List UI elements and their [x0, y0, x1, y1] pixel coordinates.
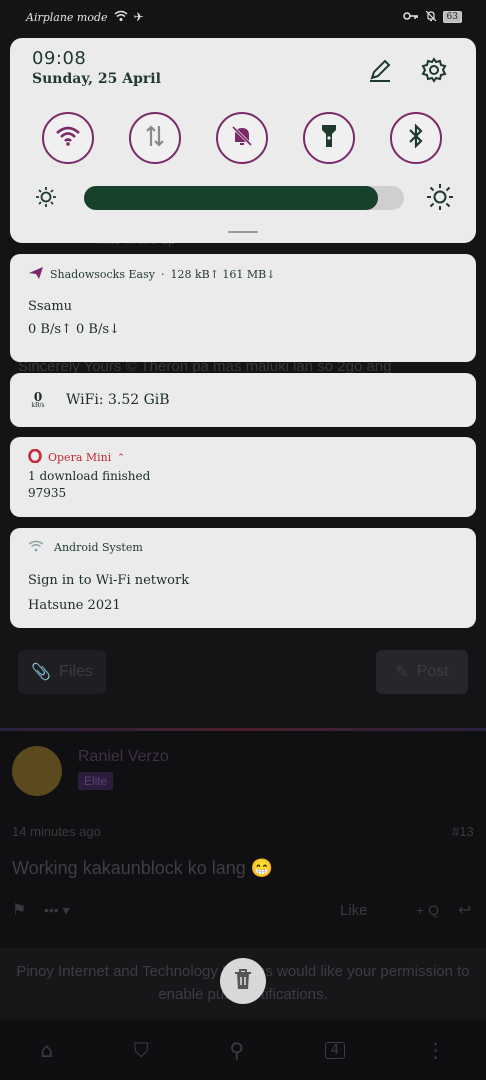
brightness-slider[interactable] — [84, 186, 404, 210]
bell-off-icon — [230, 124, 254, 152]
quick-tiles — [42, 112, 442, 166]
notification-title: Sign in to Wi-Fi network — [28, 573, 190, 588]
notification-text: 97935 — [28, 486, 67, 500]
battery-icon: 63 — [442, 11, 462, 23]
notification-wifi-usage[interactable]: 0 kB/s WiFi: 3.52 GiB — [10, 373, 476, 427]
notification-title: Ssamu — [28, 299, 73, 314]
post-button[interactable]: ✎ Post — [376, 650, 468, 694]
quick-settings-panel: 09:08 Sunday, 25 April — [10, 38, 476, 243]
paperclip-icon: 📎 — [31, 664, 52, 681]
mute-tile[interactable] — [216, 112, 268, 164]
mobile-data-tile[interactable] — [129, 112, 181, 164]
bell-off-status-icon — [425, 10, 437, 25]
tabs-count[interactable]: 4 — [324, 1041, 345, 1059]
gear-icon[interactable] — [420, 56, 448, 84]
avatar[interactable] — [12, 746, 62, 796]
post-edit-icon: ✎ — [395, 664, 409, 681]
bottom-navigation: ⌂ ⛉ ⚲ 4 ⋮ — [0, 1020, 486, 1080]
notification-text: 0 B/s↑ 0 B/s↓ — [28, 322, 120, 337]
post-text: Working kakaunblock ko lang 😁 — [12, 858, 274, 878]
bluetooth-icon — [407, 123, 425, 153]
wifi-question-icon — [28, 540, 44, 555]
speed-indicator-icon: 0 kB/s — [28, 391, 48, 409]
paper-plane-icon — [28, 266, 44, 283]
wifi-status-icon — [114, 10, 128, 25]
notification-text: Hatsune 2021 — [28, 598, 121, 613]
flag-icon[interactable]: ⚑ — [12, 900, 26, 920]
notification-meta: 128 kB↑ 161 MB↓ — [170, 268, 276, 281]
overflow-menu-icon[interactable]: ⋮ — [426, 1038, 446, 1062]
bluetooth-tile[interactable] — [390, 112, 442, 164]
brightness-slider-fill — [84, 186, 379, 210]
post-time: 14 minutes ago — [12, 824, 101, 839]
key-icon — [402, 11, 419, 24]
wifi-icon — [55, 125, 81, 151]
data-arrows-icon — [145, 124, 165, 152]
trash-icon — [232, 967, 254, 995]
brightness-low-icon — [34, 185, 58, 209]
reply-icon[interactable]: ↩ — [458, 900, 471, 920]
like-button[interactable]: Like — [340, 902, 368, 919]
post-button-label: Post — [416, 663, 449, 680]
notification-header: Shadowsocks Easy · 128 kB↑ 161 MB↓ — [28, 266, 458, 283]
more-menu-icon[interactable]: ••• ▾ — [44, 902, 70, 919]
bookmark-icon[interactable]: ⛉ — [134, 1038, 149, 1062]
notification-shadowsocks[interactable]: Shadowsocks Easy · 128 kB↑ 161 MB↓ Ssamu… — [10, 254, 476, 362]
files-button-label: Files — [59, 663, 93, 680]
quote-button[interactable]: + Q — [416, 902, 439, 918]
home-icon[interactable]: ⌂ — [40, 1038, 53, 1062]
flashlight-icon — [320, 123, 338, 153]
notification-header: Opera Mini ⌃ — [28, 448, 458, 466]
chevron-up-icon[interactable]: ⌃ — [117, 453, 125, 463]
notification-app-name: Android System — [54, 541, 143, 554]
airplane-mode-label: Airplane mode — [26, 10, 108, 24]
panel-drag-handle[interactable] — [228, 231, 258, 233]
notification-app-name: Opera Mini — [48, 451, 112, 464]
post-divider — [0, 728, 486, 731]
clear-all-button[interactable] — [220, 958, 266, 1004]
brightness-control — [34, 183, 454, 213]
notification-app-name: Shadowsocks Easy — [50, 268, 155, 281]
wifi-tile[interactable] — [42, 112, 94, 164]
separator-dot: · — [160, 268, 165, 281]
opera-icon — [28, 448, 42, 466]
airplane-icon: ✈ — [133, 10, 144, 24]
brightness-high-icon — [426, 183, 454, 211]
post-number[interactable]: #13 — [452, 824, 474, 839]
speed-unit: kB/s — [31, 402, 45, 409]
pencil-icon[interactable] — [366, 56, 394, 84]
notification-header: Android System — [28, 540, 458, 555]
notification-opera-mini[interactable]: Opera Mini ⌃ 1 download finished 97935 — [10, 437, 476, 517]
post-username[interactable]: Raniel Verzo — [78, 748, 169, 766]
flashlight-tile[interactable] — [303, 112, 355, 164]
files-button[interactable]: 📎 Files — [18, 650, 106, 694]
notification-title: 1 download finished — [28, 469, 151, 483]
status-bar: Airplane mode ✈ 63 — [0, 0, 486, 34]
user-badge: Elite — [78, 772, 114, 790]
search-icon[interactable]: ⚲ — [229, 1038, 244, 1062]
notification-android-system[interactable]: Android System Sign in to Wi-Fi network … — [10, 528, 476, 628]
notification-title: WiFi: 3.52 GiB — [66, 392, 170, 408]
